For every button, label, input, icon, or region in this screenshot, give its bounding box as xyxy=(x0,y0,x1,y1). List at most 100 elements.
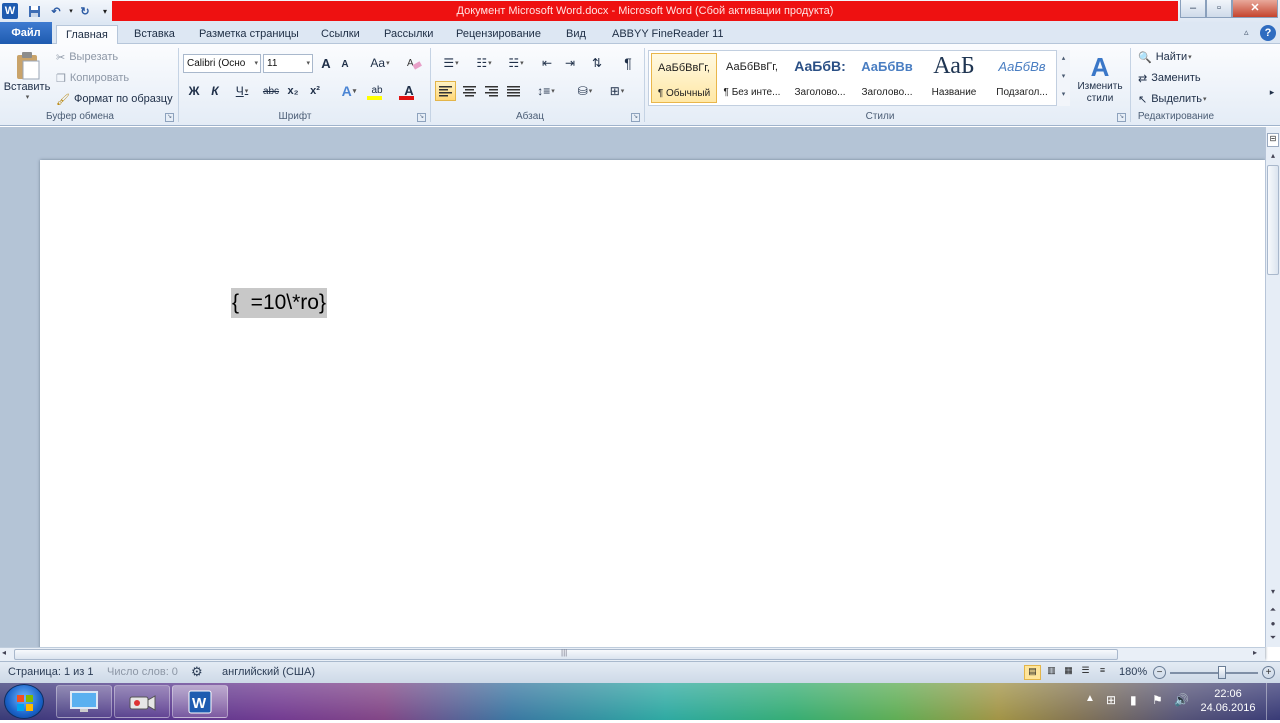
minimize-ribbon-icon[interactable]: ▵ xyxy=(1244,27,1249,38)
tab-insert[interactable]: Вставка xyxy=(125,25,184,44)
clipboard-launcher-icon[interactable]: ↘ xyxy=(165,113,174,122)
scroll-up-icon[interactable]: ▴ xyxy=(1267,151,1279,163)
change-styles-button[interactable]: A Изменить стили xyxy=(1072,48,1128,110)
bold-button[interactable]: Ж xyxy=(186,82,202,100)
view-ruler-icon[interactable]: ⊟ xyxy=(1267,133,1279,147)
close-button[interactable]: ✕ xyxy=(1232,0,1278,18)
tab-references[interactable]: Ссылки xyxy=(312,25,369,44)
proofing-icon[interactable]: ⚙ xyxy=(191,664,203,680)
outline-view-icon[interactable]: ☰ xyxy=(1078,665,1093,680)
gallery-scrollbar[interactable]: ▴ ▾ ▾ xyxy=(1056,50,1070,106)
superscript-button[interactable]: x² xyxy=(306,82,324,100)
italic-button[interactable]: К xyxy=(207,82,223,100)
volume-icon[interactable]: 🔊 xyxy=(1174,693,1189,707)
zoom-out-button[interactable]: − xyxy=(1153,666,1166,679)
zoom-level[interactable]: 180% xyxy=(1119,666,1147,678)
clear-formatting-button[interactable]: A xyxy=(405,54,423,72)
ribbon-scroll-right-icon[interactable]: ▸ xyxy=(1266,84,1278,100)
scroll-left-icon[interactable]: ◂ xyxy=(2,648,6,657)
page-count[interactable]: Страница: 1 из 1 xyxy=(8,666,94,678)
taskbar-video-app[interactable] xyxy=(114,685,170,718)
scroll-right-icon[interactable]: ▸ xyxy=(1253,648,1257,657)
style-heading2[interactable]: АаБбВв Заголово... xyxy=(854,53,920,103)
redo-icon[interactable]: ↻ xyxy=(77,3,93,19)
customize-qat-icon[interactable]: ▾ xyxy=(97,3,113,19)
taskbar-clock[interactable]: 22:06 24.06.2016 xyxy=(1196,687,1260,715)
gallery-more-icon[interactable]: ▾ xyxy=(1057,86,1070,104)
show-marks-button[interactable]: ¶ xyxy=(619,54,637,72)
vertical-scroll-thumb[interactable] xyxy=(1267,165,1279,275)
gallery-down-icon[interactable]: ▾ xyxy=(1057,68,1070,86)
shrink-font-button[interactable]: A xyxy=(338,57,352,71)
borders-button[interactable]: ⊞ ▾ xyxy=(603,82,631,100)
sort-button[interactable]: ⇅ xyxy=(588,54,606,72)
tab-abbyy[interactable]: ABBYY FineReader 11 xyxy=(603,25,733,44)
format-painter-button[interactable]: 🖌 Формат по образцу xyxy=(56,91,173,107)
tab-mailings[interactable]: Рассылки xyxy=(375,25,442,44)
zoom-slider-track[interactable] xyxy=(1170,672,1258,674)
strikethrough-button[interactable]: abc xyxy=(261,82,281,100)
font-color-button[interactable]: A xyxy=(396,81,422,101)
font-size-combo[interactable]: 11 ▾ xyxy=(263,54,313,73)
highlight-button[interactable]: ab xyxy=(364,81,390,101)
network-icon[interactable]: ▮ xyxy=(1130,693,1137,707)
taskbar-word[interactable]: W xyxy=(172,685,228,718)
show-desktop-strip[interactable] xyxy=(1266,683,1280,720)
style-normal[interactable]: АаБбВвГг, ¶ Обычный xyxy=(651,53,717,103)
numbering-button[interactable]: ☷ ▾ xyxy=(470,55,498,71)
gallery-up-icon[interactable]: ▴ xyxy=(1057,50,1070,68)
windows-flag-tray-icon[interactable]: ⊞ xyxy=(1106,693,1116,707)
increase-indent-button[interactable]: ⇥ xyxy=(561,55,579,71)
document-page[interactable]: { =10\*ro} xyxy=(40,160,1265,660)
align-right-button[interactable] xyxy=(481,81,501,101)
browse-object-icon[interactable]: ● xyxy=(1267,619,1279,631)
change-case-button[interactable]: Aa ▾ xyxy=(367,55,393,71)
style-title[interactable]: АаБ Название xyxy=(921,53,987,103)
undo-icon[interactable]: ↶ xyxy=(48,3,64,19)
font-family-combo[interactable]: Calibri (Осно ▾ xyxy=(183,54,261,73)
zoom-in-button[interactable]: + xyxy=(1262,666,1275,679)
action-center-icon[interactable]: ⚑ xyxy=(1152,693,1163,707)
grow-font-button[interactable]: A xyxy=(318,55,334,71)
styles-launcher-icon[interactable]: ↘ xyxy=(1117,113,1126,122)
field-code-text[interactable]: { =10\*ro} xyxy=(231,288,327,318)
print-layout-view-icon[interactable]: ▤ xyxy=(1024,665,1041,680)
vertical-scrollbar[interactable]: ⊟ ▴ ▾ ⏶ ● ⏷ xyxy=(1265,127,1280,647)
language-indicator[interactable]: английский (США) xyxy=(222,666,315,678)
minimize-button[interactable]: – xyxy=(1180,0,1206,18)
tab-view[interactable]: Вид xyxy=(557,25,595,44)
bullets-button[interactable]: ☰ ▾ xyxy=(437,55,465,71)
help-icon[interactable]: ? xyxy=(1260,25,1276,41)
tab-review[interactable]: Рецензирование xyxy=(447,25,550,44)
decrease-indent-button[interactable]: ⇤ xyxy=(538,55,556,71)
tray-expand-icon[interactable]: ▲ xyxy=(1085,693,1095,704)
font-launcher-icon[interactable]: ↘ xyxy=(417,113,426,122)
start-button[interactable] xyxy=(4,684,44,719)
multilevel-list-button[interactable]: ☵ ▾ xyxy=(502,55,530,71)
web-layout-view-icon[interactable]: ▦ xyxy=(1061,665,1076,680)
word-count[interactable]: Число слов: 0 xyxy=(107,666,178,678)
copy-button[interactable]: ❐ Копировать xyxy=(56,70,129,86)
underline-button[interactable]: Ч ▾ xyxy=(229,82,255,100)
align-center-button[interactable] xyxy=(459,81,479,101)
subscript-button[interactable]: x₂ xyxy=(284,82,302,100)
horizontal-scrollbar[interactable]: ◂ ||| ▸ xyxy=(0,647,1265,661)
style-no-spacing[interactable]: АаБбВвГг, ¶ Без инте... xyxy=(719,53,785,103)
find-button[interactable]: 🔍 Найти ▾ xyxy=(1138,49,1192,65)
full-screen-view-icon[interactable]: ▥ xyxy=(1044,665,1059,680)
tab-page-layout[interactable]: Разметка страницы xyxy=(190,25,308,44)
style-subtitle[interactable]: АаБбВв Подзагол... xyxy=(989,53,1055,103)
zoom-slider-thumb[interactable] xyxy=(1218,666,1226,679)
tab-file[interactable]: Файл xyxy=(0,22,52,44)
next-page-icon[interactable]: ⏷ xyxy=(1267,633,1279,645)
prev-page-icon[interactable]: ⏶ xyxy=(1267,605,1279,617)
line-spacing-button[interactable]: ↕≡ ▾ xyxy=(533,82,559,100)
maximize-button[interactable]: ▫ xyxy=(1206,0,1232,18)
justify-button[interactable] xyxy=(503,81,523,101)
horizontal-scroll-thumb[interactable]: ||| xyxy=(14,648,1118,660)
save-icon[interactable] xyxy=(26,3,42,19)
tab-home[interactable]: Главная xyxy=(56,25,118,44)
draft-view-icon[interactable]: ≡ xyxy=(1095,665,1110,680)
paste-button[interactable]: Вставить ▾ xyxy=(4,48,50,104)
shading-button[interactable]: ⛁ ▾ xyxy=(571,82,599,100)
